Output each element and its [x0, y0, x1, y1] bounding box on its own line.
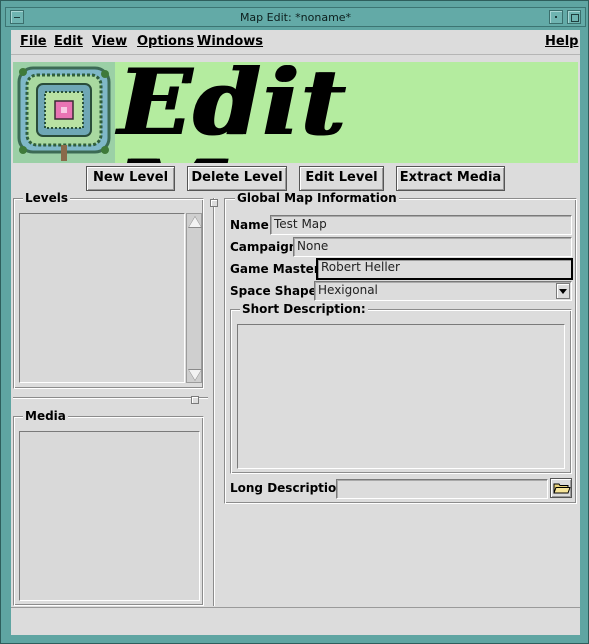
- menu-bar: File Edit View Options Windows Help: [11, 30, 580, 55]
- media-group: Media: [13, 409, 204, 606]
- folder-icon: [553, 483, 571, 494]
- minimize-icon[interactable]: [549, 10, 563, 24]
- levels-group: Levels: [13, 191, 204, 389]
- menu-edit[interactable]: Edit: [54, 34, 83, 49]
- edit-level-button[interactable]: Edit Level: [299, 166, 384, 191]
- game-master-label: Game Master:: [230, 262, 325, 276]
- long-description-label: Long Description:: [230, 481, 350, 495]
- space-shape-label: Space Shape:: [230, 284, 322, 298]
- media-list[interactable]: [19, 431, 200, 601]
- dropdown-arrow-icon[interactable]: [556, 283, 570, 299]
- game-master-field[interactable]: Robert Heller: [316, 258, 573, 280]
- scroll-up-arrow-icon[interactable]: [188, 215, 202, 229]
- window-frame: Map Edit: *noname* File Edit View Option…: [0, 0, 589, 644]
- menu-windows[interactable]: Windows: [197, 34, 263, 49]
- levels-label: Levels: [23, 191, 71, 205]
- space-shape-select[interactable]: Hexigonal: [314, 281, 572, 301]
- short-description-label: Short Description:: [240, 302, 368, 316]
- status-bar: [11, 607, 580, 635]
- title-bar[interactable]: Map Edit: *noname*: [5, 7, 586, 27]
- map-thumbnail-image: [13, 62, 115, 163]
- new-level-button[interactable]: New Level: [86, 166, 175, 191]
- levels-list[interactable]: [19, 213, 185, 383]
- name-label: Name:: [230, 218, 274, 232]
- levels-scrollbar[interactable]: [186, 213, 202, 383]
- menu-file[interactable]: File: [20, 34, 47, 49]
- client-area: File Edit View Options Windows Help Edit…: [11, 30, 580, 635]
- pane-divider: [13, 397, 208, 399]
- campaign-field[interactable]: None: [293, 237, 572, 257]
- media-label: Media: [23, 409, 68, 423]
- short-description-group: Short Description:: [230, 302, 572, 474]
- delete-level-button[interactable]: Delete Level: [187, 166, 287, 191]
- menu-view[interactable]: View: [92, 34, 127, 49]
- scroll-down-arrow-icon[interactable]: [188, 369, 202, 383]
- browse-folder-button[interactable]: [550, 478, 572, 498]
- menu-options[interactable]: Options: [137, 34, 194, 49]
- vertical-divider: [213, 198, 215, 606]
- vertical-sash[interactable]: [210, 199, 218, 207]
- maximize-icon[interactable]: [567, 10, 581, 24]
- window-title: Map Edit: *noname*: [239, 11, 352, 24]
- banner-title: Edit Map: [117, 62, 357, 163]
- long-description-field[interactable]: [336, 479, 548, 499]
- short-description-textarea[interactable]: [237, 324, 565, 469]
- global-map-info-group: Global Map Information Name: Test Map Ca…: [224, 191, 577, 504]
- campaign-label: Campaign:: [230, 240, 303, 254]
- extract-media-button[interactable]: Extract Media: [396, 166, 505, 191]
- name-field[interactable]: Test Map: [270, 215, 572, 235]
- space-shape-value: Hexigonal: [318, 283, 378, 297]
- global-map-info-label: Global Map Information: [235, 191, 399, 205]
- menu-help[interactable]: Help: [545, 34, 578, 49]
- horizontal-sash[interactable]: [191, 396, 199, 404]
- banner: Edit Map: [13, 62, 578, 163]
